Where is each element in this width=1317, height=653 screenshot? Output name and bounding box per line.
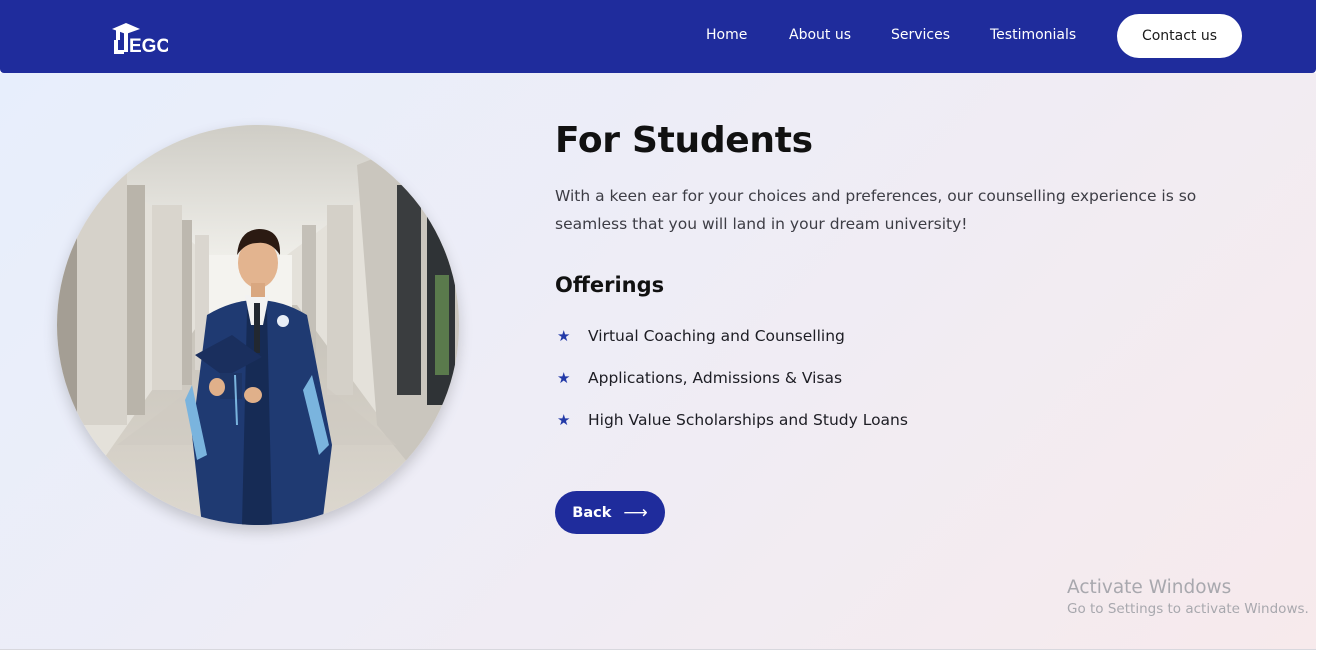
navbar: EGC Home About us Services Testimonials …	[0, 0, 1316, 73]
back-button[interactable]: Back ⟶	[555, 491, 665, 534]
page-title: For Students	[555, 120, 813, 161]
offering-label: Applications, Admissions & Visas	[588, 369, 843, 387]
nav-about-us[interactable]: About us	[789, 27, 851, 43]
star-icon: ★	[557, 411, 571, 429]
offering-item: ★ Applications, Admissions & Visas	[557, 369, 842, 387]
hero-description: With a keen ear for your choices and pre…	[555, 187, 1197, 233]
offering-label: Virtual Coaching and Counselling	[588, 327, 845, 345]
watermark-subtitle: Go to Settings to activate Windows.	[1067, 601, 1309, 617]
star-icon: ★	[557, 369, 571, 387]
offering-item: ★ High Value Scholarships and Study Loan…	[557, 411, 908, 429]
contact-us-button[interactable]: Contact us	[1117, 14, 1242, 58]
offering-label: High Value Scholarships and Study Loans	[588, 411, 908, 429]
offerings-heading: Offerings	[555, 273, 665, 297]
offering-item: ★ Virtual Coaching and Counselling	[557, 327, 845, 345]
student-photo	[57, 125, 459, 525]
back-button-label: Back	[572, 504, 612, 521]
nav-home[interactable]: Home	[706, 27, 747, 43]
logo-text: EGC	[129, 36, 168, 56]
arrow-right-icon: ⟶	[623, 502, 648, 523]
watermark-title: Activate Windows	[1067, 577, 1232, 598]
activate-windows-watermark: Activate Windows Go to Settings to activ…	[1067, 577, 1309, 617]
nav-testimonials[interactable]: Testimonials	[990, 27, 1076, 43]
nav-services[interactable]: Services	[891, 27, 950, 43]
hero-section: For Students With a keen ear for your ch…	[0, 73, 1316, 650]
egc-logo[interactable]: EGC	[108, 20, 168, 56]
star-icon: ★	[557, 327, 571, 345]
